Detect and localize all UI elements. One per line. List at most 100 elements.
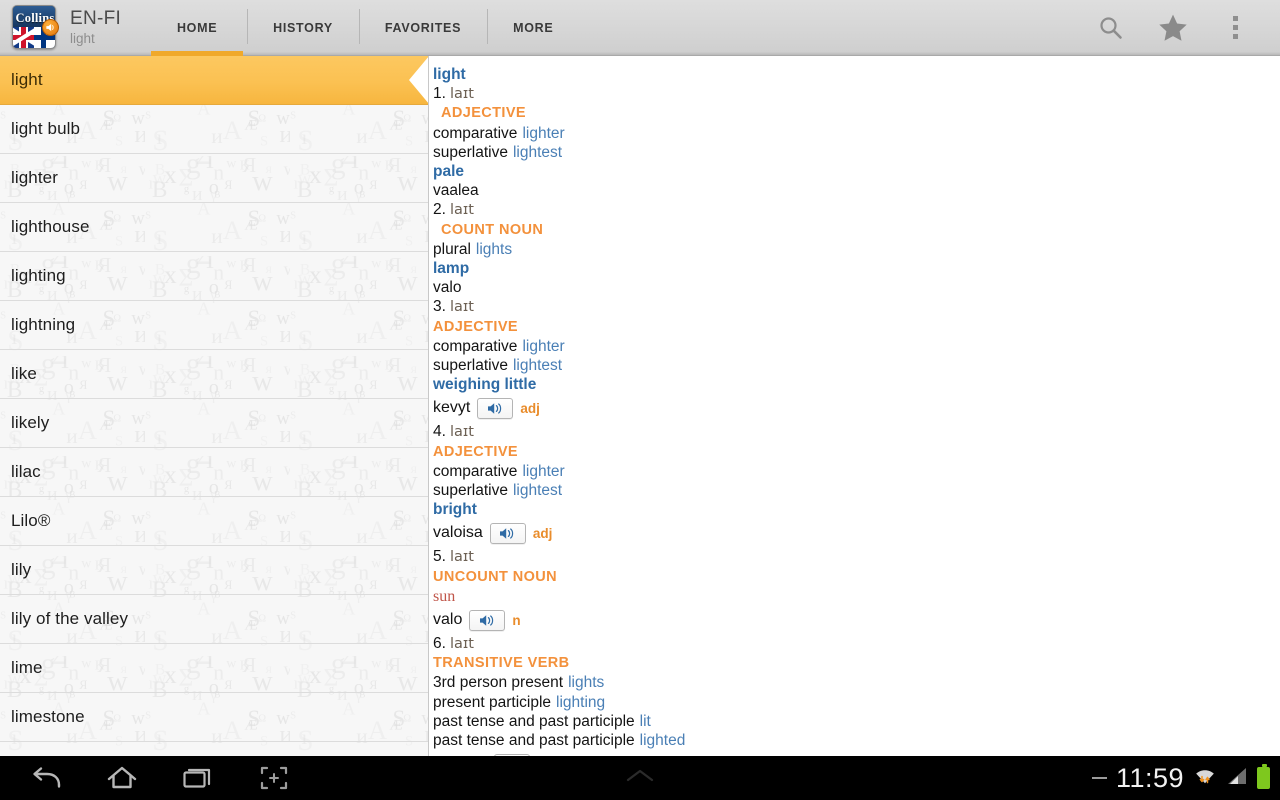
part-of-speech: ADJECTIVE — [433, 318, 518, 335]
inflection-form[interactable]: lightest — [513, 143, 562, 162]
nav-center-handle[interactable] — [0, 766, 1280, 791]
signal-icon — [1226, 766, 1248, 791]
inflection-form[interactable]: lighter — [522, 462, 564, 481]
inflection-form[interactable]: lighted — [640, 731, 686, 750]
word-list-item-label: lily — [11, 560, 32, 579]
word-list-item[interactable]: light bulb — [0, 105, 428, 154]
translation-row: kevyt adj — [433, 395, 1280, 421]
word-list-panel[interactable]: light light bulb lighter lighthouse lighting… — [0, 56, 428, 756]
status-tray: 11:59 — [1091, 763, 1270, 794]
battery-full-icon — [1257, 764, 1270, 789]
part-of-speech: TRANSITIVE VERB — [433, 655, 570, 672]
sense-number: 3. — [433, 298, 446, 316]
inflection-row: 3rd person present lights — [433, 673, 1280, 692]
speaker-icon[interactable] — [469, 609, 506, 631]
favorites-button[interactable] — [1142, 0, 1204, 56]
grammar-tag: adj — [520, 400, 540, 416]
language-pair-label: EN-FI light — [70, 9, 121, 46]
overflow-menu-button[interactable] — [1204, 0, 1266, 56]
speaker-icon[interactable] — [489, 522, 526, 544]
inflection-form[interactable]: lights — [568, 673, 604, 692]
inflection-label: superlative — [433, 143, 508, 161]
app-logo: Collins — [12, 4, 59, 51]
translation-text: vaalea — [433, 182, 479, 200]
word-list-item[interactable]: lily of the valley — [0, 595, 428, 644]
part-of-speech: COUNT NOUN — [441, 221, 544, 238]
uk-flag-icon — [13, 27, 34, 48]
inflection-form[interactable]: lightest — [513, 356, 562, 375]
definition-panel[interactable]: light 1. laɪt ADJECTIVE comparative lighter… — [428, 56, 1280, 756]
word-list-item-label: likely — [11, 413, 50, 432]
inflection-row: comparative lighter — [433, 462, 1280, 481]
translation-row: valo — [433, 278, 1280, 297]
word-list-item[interactable]: limestone — [0, 693, 428, 742]
inflection-form[interactable]: lightest — [513, 481, 562, 500]
inflection-label: superlative — [433, 357, 508, 375]
word-list-item[interactable]: lighthouse — [0, 203, 428, 252]
status-clock[interactable]: 11:59 — [1116, 763, 1184, 794]
word-list-item[interactable]: lilac — [0, 448, 428, 497]
word-list-item[interactable]: Lilo® — [0, 497, 428, 546]
tab-history[interactable]: HISTORY — [247, 0, 359, 56]
gloss-text: weighing little — [433, 376, 537, 394]
sense-number: 2. — [433, 201, 446, 219]
speaker-icon[interactable] — [477, 397, 514, 419]
part-of-speech: ADJECTIVE — [433, 443, 518, 460]
grammar-tag: n — [512, 612, 521, 628]
system-navigation-bar: 11:59 — [0, 756, 1280, 800]
inflection-row: superlative lightest — [433, 143, 1280, 162]
tab-home-label: HOME — [176, 20, 218, 35]
translation-text: valo — [433, 611, 463, 629]
language-pair-title: EN-FI — [70, 8, 122, 30]
word-list-item-label: limestone — [11, 707, 85, 726]
header-actions — [1080, 0, 1266, 56]
current-word-subtitle: light — [70, 31, 95, 47]
main-tabs: HOME HISTORY FAVORITES MORE — [147, 0, 1080, 56]
word-list-item[interactable]: lighter — [0, 154, 428, 203]
part-of-speech-row: COUNT NOUN — [433, 221, 1280, 240]
inflection-label: superlative — [433, 482, 508, 500]
inflection-form[interactable]: lights — [476, 240, 512, 259]
inflection-label: plural — [433, 240, 471, 258]
word-list-item-label: lilac — [11, 462, 41, 481]
word-list-item[interactable]: lime — [0, 644, 428, 693]
word-list-item[interactable]: likely — [0, 399, 428, 448]
grammar-tag: adj — [532, 525, 553, 541]
word-list-item[interactable]: lily — [0, 546, 428, 595]
tab-more[interactable]: MORE — [487, 0, 579, 56]
logo-speaker-badge-icon — [42, 18, 59, 36]
sense-header: 2. laɪt — [433, 200, 1280, 220]
pronunciation-ipa: laɪt — [449, 299, 474, 316]
word-list-item-label: lighthouse — [11, 217, 90, 236]
inflection-label: 3rd person present — [433, 674, 564, 692]
inflection-label: comparative — [433, 462, 518, 480]
word-list-item-label: like — [11, 364, 37, 383]
overflow-menu-icon — [1232, 16, 1238, 39]
inflection-form[interactable]: lighter — [522, 337, 564, 356]
pronunciation-ipa: laɪt — [449, 202, 474, 219]
sense-number: 4. — [433, 423, 446, 441]
part-of-speech: ADJECTIVE — [441, 105, 526, 122]
word-list-item[interactable]: lighting — [0, 252, 428, 301]
tab-home[interactable]: HOME — [147, 0, 247, 56]
gloss-text: bright — [433, 501, 477, 519]
inflection-label: comparative — [433, 124, 518, 142]
inflection-label: comparative — [433, 337, 518, 355]
inflection-form[interactable]: lighting — [556, 693, 605, 712]
word-list-item-selected[interactable]: light — [0, 56, 428, 105]
word-list-item[interactable]: like — [0, 350, 428, 399]
tab-history-label: HISTORY — [273, 20, 333, 35]
translation-row: valo n — [433, 607, 1280, 633]
word-list-item[interactable]: lightning — [0, 301, 428, 350]
pronunciation-ipa: laɪt — [449, 86, 474, 103]
inflection-form[interactable]: lit — [640, 712, 651, 731]
pronunciation-ipa: laɪt — [449, 549, 474, 566]
tab-favorites[interactable]: FAVORITES — [358, 0, 487, 56]
word-list-item-label: lime — [11, 658, 43, 677]
inflection-label: past tense and past participle — [433, 712, 635, 730]
inflection-row: superlative lightest — [433, 481, 1280, 500]
gloss-row: sun — [433, 587, 1280, 606]
inflection-form[interactable]: lighter — [522, 124, 564, 143]
inflection-row: present participle lighting — [433, 693, 1280, 712]
search-button[interactable] — [1080, 0, 1142, 56]
